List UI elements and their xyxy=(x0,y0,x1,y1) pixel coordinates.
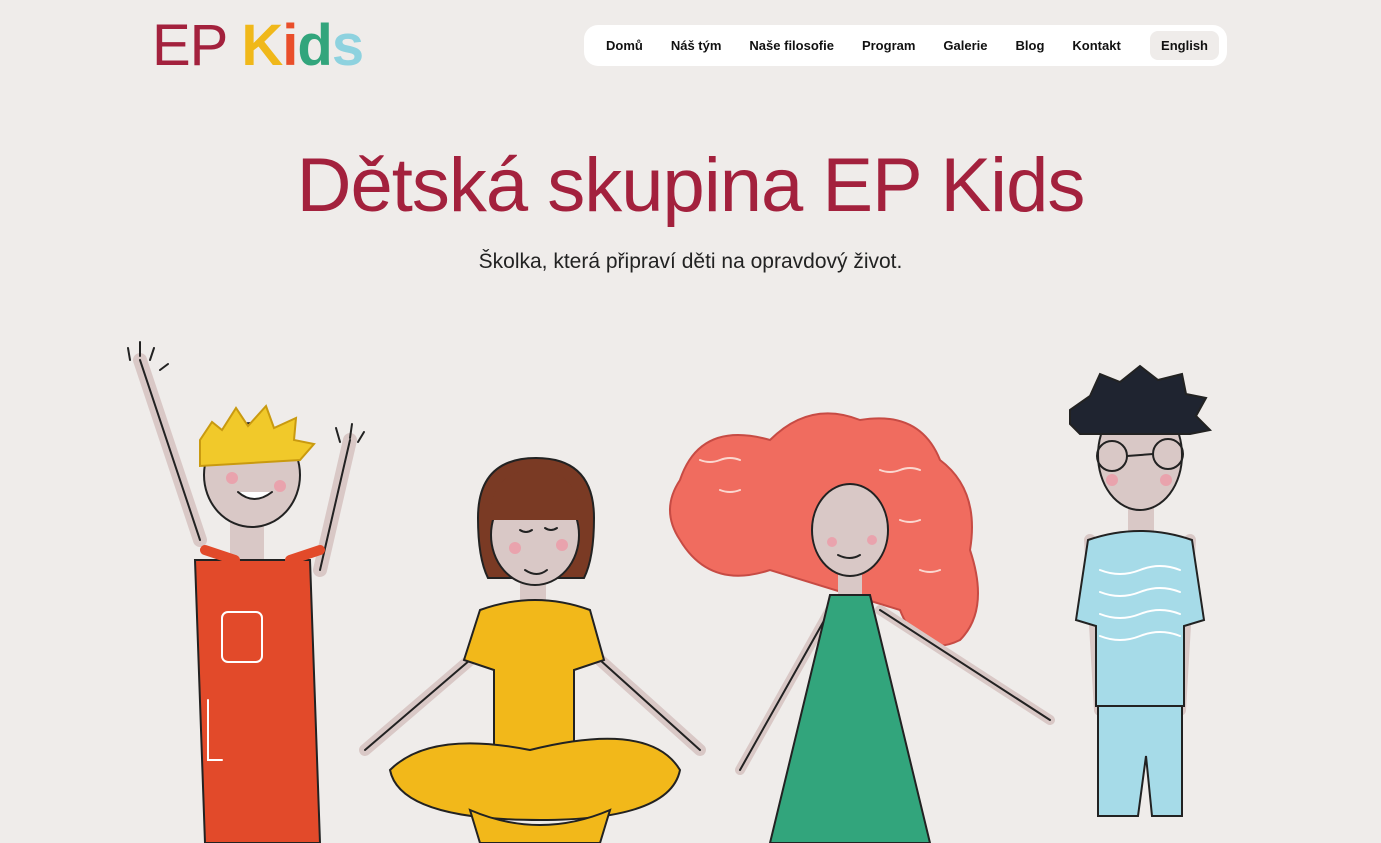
logo-letter-d: d xyxy=(297,13,332,78)
page-subtitle: Školka, která připraví děti na opravdový… xyxy=(478,250,903,273)
boy-glasses-figure xyxy=(1069,364,1213,817)
nav-item-kontakt[interactable]: Kontakt xyxy=(1058,31,1134,60)
page-title: Dětská skupina EP Kids xyxy=(296,143,1086,228)
girl-green-dress-figure xyxy=(669,412,1055,843)
nav-item-program[interactable]: Program xyxy=(848,31,929,60)
logo-letter-k: K xyxy=(241,13,283,78)
logo-letter-i: i xyxy=(282,13,298,78)
logo-letter-s: s xyxy=(331,13,364,78)
nav-item-nase-filosofie[interactable]: Naše filosofie xyxy=(735,31,848,60)
girl-yellow-meditating-figure xyxy=(359,456,706,843)
language-switch-button[interactable]: English xyxy=(1150,31,1219,60)
logo-ep: EP xyxy=(152,13,228,78)
nav-item-blog[interactable]: Blog xyxy=(1002,31,1059,60)
site-logo[interactable]: EP K i d s xyxy=(152,14,364,78)
boy-red-overalls-figure xyxy=(127,341,365,843)
nav-item-galerie[interactable]: Galerie xyxy=(929,31,1001,60)
nav-item-nas-tym[interactable]: Náš tým xyxy=(657,31,736,60)
children-illustration xyxy=(127,341,1213,843)
main-navigation: Domů Náš tým Naše filosofie Program Gale… xyxy=(584,25,1227,66)
nav-item-domu[interactable]: Domů xyxy=(592,31,657,60)
